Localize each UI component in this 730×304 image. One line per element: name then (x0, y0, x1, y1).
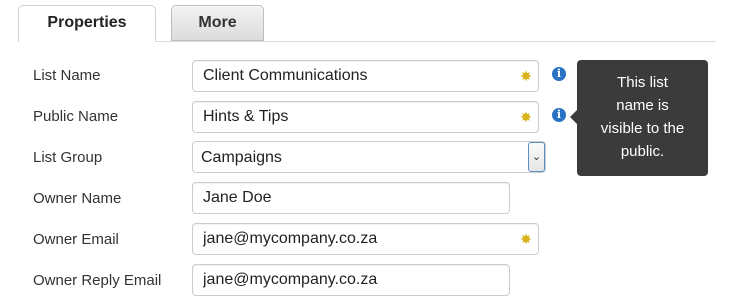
tab-divider (155, 41, 716, 42)
tab-properties[interactable]: Properties (18, 5, 156, 42)
list-group-select[interactable]: Campaigns ⌄ (192, 141, 546, 173)
info-icon[interactable]: i (552, 67, 566, 81)
owner-reply-email-label: Owner Reply Email (33, 272, 162, 289)
public-name-label: Public Name (33, 108, 119, 125)
list-name-input[interactable] (192, 60, 539, 92)
owner-email-input[interactable] (192, 223, 539, 255)
owner-name-label: Owner Name (33, 190, 122, 207)
tooltip-line: public. (620, 143, 665, 160)
tooltip-line: visible to the (600, 120, 685, 137)
tab-bar: Properties More (0, 0, 730, 42)
tooltip-line: This list (617, 74, 668, 91)
list-name-label: List Name (33, 67, 101, 84)
owner-reply-email-input[interactable] (192, 264, 510, 296)
owner-name-input[interactable] (192, 182, 510, 214)
tooltip-line: name is (616, 97, 669, 114)
public-name-input[interactable] (192, 101, 539, 133)
chevron-down-icon[interactable]: ⌄ (528, 142, 545, 172)
tooltip-arrow (570, 110, 577, 124)
gear-icon: ✸ (520, 109, 532, 125)
tab-more[interactable]: More (171, 5, 264, 41)
list-group-label: List Group (33, 149, 103, 166)
info-icon[interactable]: i (552, 108, 566, 122)
tooltip: This list name is visible to the public. (577, 60, 708, 176)
list-group-value: Campaigns (201, 149, 282, 166)
gear-icon: ✸ (520, 68, 532, 84)
gear-icon: ✸ (520, 231, 532, 247)
owner-email-label: Owner Email (33, 231, 119, 248)
